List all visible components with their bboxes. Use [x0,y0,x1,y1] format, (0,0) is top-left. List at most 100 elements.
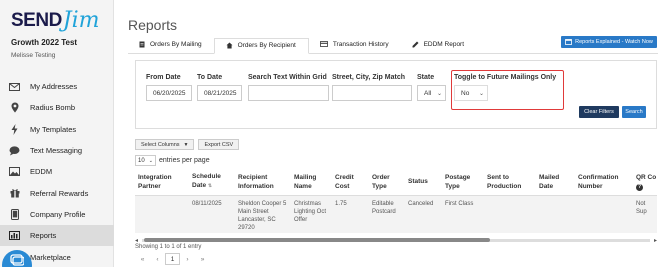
clear-filters-button[interactable]: Clear Filters [579,106,619,118]
tab-orders-by-recipient[interactable]: Orders By Recipient [213,38,309,54]
cell-sent-to-production [484,200,536,233]
page-1-button[interactable]: 1 [165,253,180,265]
search-text-input[interactable] [248,85,329,101]
pagination: « ‹ 1 › » [135,253,210,265]
table-row[interactable]: 08/11/2025 Sheldon Cooper 5 Main Street … [135,196,657,233]
sidebar-item-my-templates[interactable]: My Templates [0,119,114,140]
col-recipient-information[interactable]: Recipient Information [235,173,291,191]
col-status[interactable]: Status [405,177,442,186]
entries-select[interactable]: 10 ⌄ [135,155,156,166]
scroll-thumb[interactable] [144,238,490,242]
cell-integration-partner [135,200,189,233]
state-label: State [417,74,435,81]
col-qr-code[interactable]: QR Co ? [633,173,657,191]
sidebar-item-label: Radius Bomb [30,103,76,113]
main-content: Reports Reports Explained - Watch Now Or… [114,0,670,267]
address-input[interactable] [332,85,412,101]
sidebar-item-reports[interactable]: Reports [0,225,114,247]
col-schedule-date[interactable]: Schedule Date ⇅ [189,172,235,191]
card-icon [319,41,328,49]
sidebar-item-label: My Templates [30,124,77,134]
state-select-value: All [424,89,432,97]
scroll-right-icon[interactable]: ▸ [654,237,657,244]
sidebar-item-referral-rewards[interactable]: Referral Rewards [0,182,114,203]
cell-confirmation-number [575,200,633,233]
tab-label: Orders By Recipient [237,42,296,49]
report-tabs: Orders By Mailing Orders By Recipient Tr… [128,38,658,54]
export-csv-button[interactable]: Export CSV [198,139,240,150]
sidebar: SEND Jim Growth 2022 Test Melisse Testin… [0,0,114,267]
cell-mailed-date [536,200,575,233]
col-mailed-date[interactable]: Mailed Date [536,173,575,191]
col-order-type[interactable]: Order Type [369,173,405,191]
sidebar-item-company-profile[interactable]: Company Profile [0,204,114,225]
last-page-button[interactable]: » [195,253,210,265]
caret-down-icon: ▼ [183,141,189,148]
sidebar-item-label: EDDM [30,167,53,177]
sidebar-item-my-addresses[interactable]: My Addresses [0,76,114,97]
chat-icon [8,145,21,156]
tab-label: Transaction History [332,41,389,48]
cell-mailing-name: Christmas Lighting Oct Offer [294,201,327,223]
sidebar-item-label: Marketplace [30,252,71,262]
gift-icon [8,188,21,198]
sidebar-item-label: Reports [30,231,57,241]
image-icon [8,167,21,177]
filters-panel: From Date 06/20/2025 To Date 08/21/2025 … [135,60,657,129]
col-label: QR Co [636,173,657,181]
tablet-icon [8,208,21,220]
sendjim-logo[interactable]: SEND Jim [11,4,100,32]
sidebar-item-label: Referral Rewards [30,188,89,198]
table-tools: Select Columns ▼ Export CSV [135,139,240,150]
horizontal-scrollbar[interactable]: ◂ ▸ [135,237,657,244]
cell-status: Canceled [408,201,434,207]
entries-per-page: 10 ⌄ entries per page [135,155,210,166]
tab-eddm-report[interactable]: EDDM Report [401,38,476,54]
col-confirmation-number[interactable]: Confirmation Number [575,173,633,191]
first-page-button[interactable]: « [135,253,150,265]
sidebar-nav: My Addresses Radius Bomb My Templates Te… [0,76,114,267]
col-credit-cost[interactable]: Credit Cost [332,173,369,191]
sidebar-item-text-messaging[interactable]: Text Messaging [0,140,114,161]
chat-bubble-icon [10,254,24,266]
annotation-highlight-box [451,70,564,110]
cell-order-type: Editable Postcard [372,201,396,215]
sidebar-item-label: My Addresses [30,82,78,92]
chevron-down-icon: ⌄ [148,157,153,164]
col-label: Schedule Date [192,173,221,189]
select-columns-label: Select Columns [141,141,180,148]
tab-orders-by-mailing[interactable]: Orders By Mailing [128,38,214,54]
select-columns-button[interactable]: Select Columns ▼ [135,139,195,150]
bar-chart-icon [8,231,21,241]
col-postage-type[interactable]: Postage Type [442,173,484,191]
entries-value: 10 [138,157,145,164]
col-integration-partner[interactable]: Integration Partner [135,173,189,191]
document-icon [139,41,145,50]
scroll-left-icon[interactable]: ◂ [135,237,138,244]
account-user: Melisse Testing [11,52,56,59]
prev-page-button[interactable]: ‹ [150,253,165,265]
page-title: Reports [128,17,178,33]
cell-schedule-date: 08/11/2025 [192,201,222,207]
col-mailing-name[interactable]: Mailing Name [291,173,332,191]
orders-table: Integration Partner Schedule Date ⇅ Reci… [135,168,657,236]
to-date-input[interactable]: 08/21/2025 [197,85,242,101]
sidebar-item-radius-bomb[interactable]: Radius Bomb [0,97,114,118]
entries-suffix: entries per page [159,157,210,164]
from-date-input[interactable]: 06/20/2025 [146,85,192,101]
cell-qr-code: Not Sup [636,201,647,215]
search-text-label: Search Text Within Grid [248,74,327,81]
sidebar-item-eddm[interactable]: EDDM [0,161,114,182]
account-name: Growth 2022 Test [11,38,78,47]
next-page-button[interactable]: › [180,253,195,265]
account-info: Growth 2022 Test Melisse Testing [11,38,77,59]
search-button[interactable]: Search [622,106,646,118]
tab-transaction-history[interactable]: Transaction History [309,38,401,54]
help-icon[interactable]: ? [636,183,643,191]
logo-send: SEND [11,10,62,31]
envelope-icon [8,82,21,92]
lightning-icon [8,123,21,135]
cell-recipient-information: Sheldon Cooper 5 Main Street Lancaster, … [238,201,287,231]
col-sent-to-production[interactable]: Sent to Production [484,173,536,191]
state-select[interactable]: All ⌄ [417,85,446,101]
